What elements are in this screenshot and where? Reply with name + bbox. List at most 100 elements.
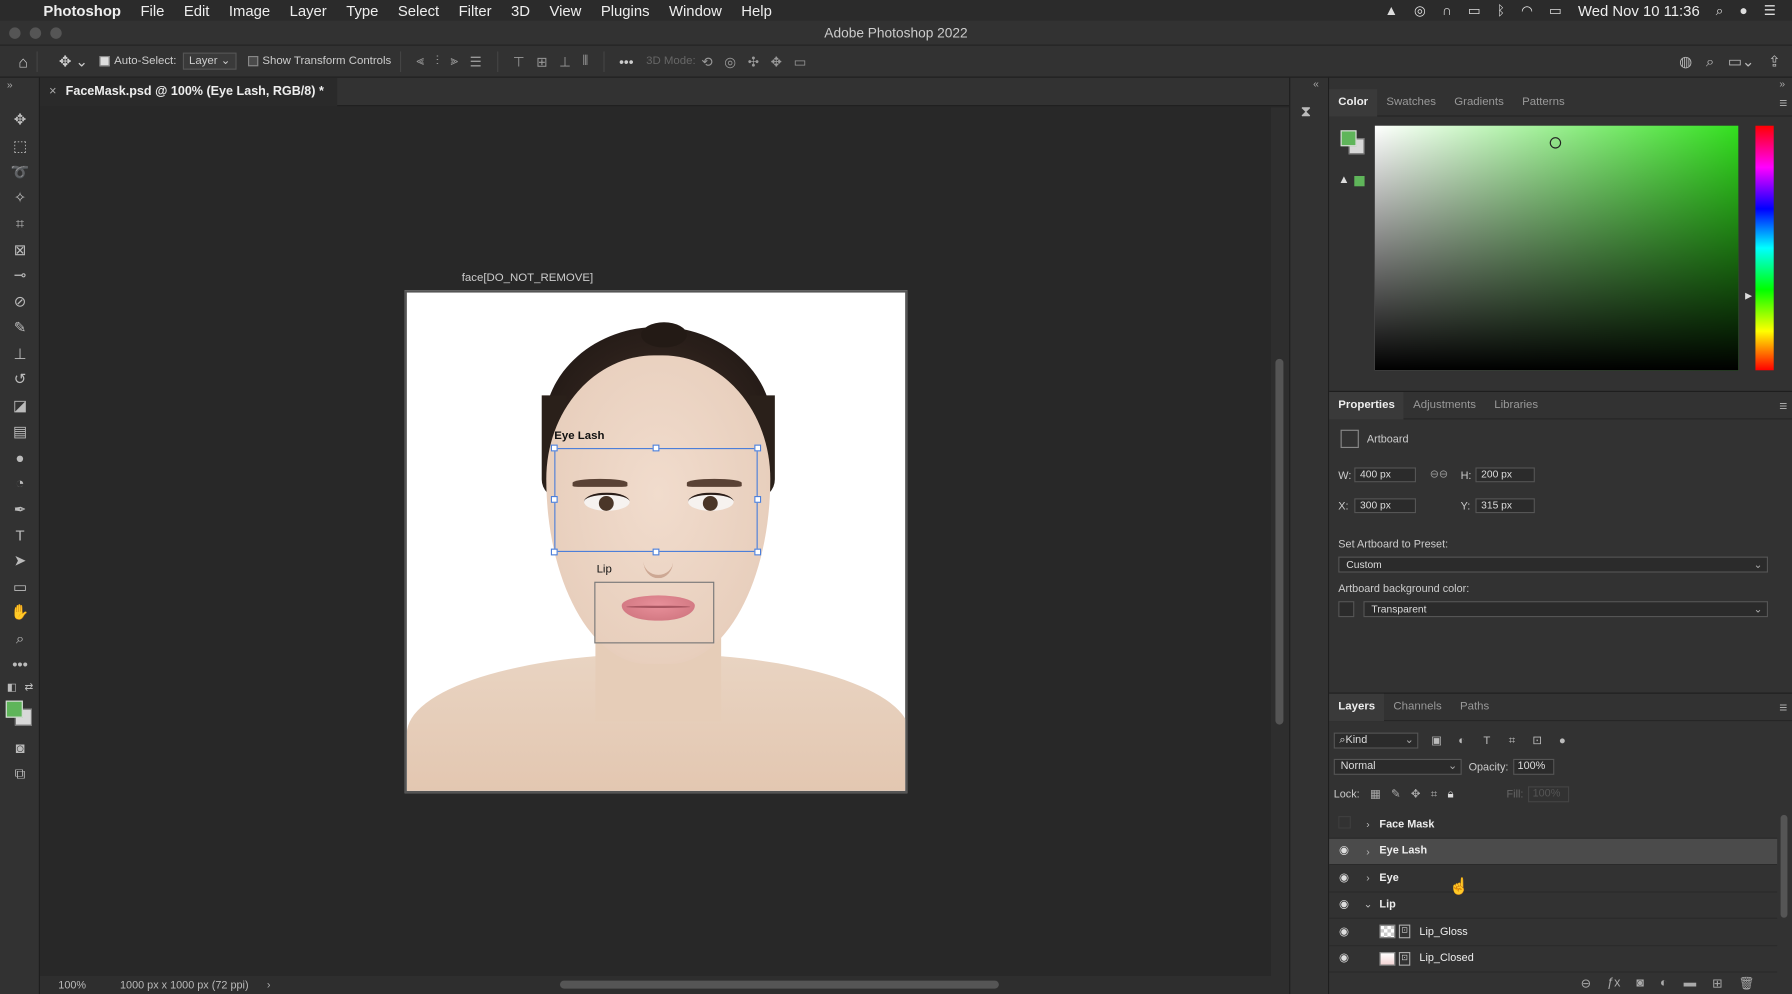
panel-menu-icon[interactable]: ≡ — [1779, 95, 1787, 111]
menu-help[interactable]: Help — [741, 2, 772, 19]
artboard-name-label[interactable]: face[DO_NOT_REMOVE] — [462, 272, 593, 285]
battery-icon[interactable]: ▭ — [1549, 2, 1562, 18]
zoom-level[interactable]: 100% — [58, 979, 120, 992]
path-selection-tool-icon[interactable]: ➤ — [0, 548, 40, 574]
transform-handle[interactable] — [754, 548, 762, 556]
marquee-tool-icon[interactable]: ⬚ — [0, 133, 40, 159]
add-mask-icon[interactable]: ◙ — [1636, 976, 1644, 991]
transform-handle[interactable] — [652, 444, 660, 452]
layer-row-face-mask[interactable]: › Face Mask — [1329, 811, 1778, 839]
lock-image-icon[interactable]: ✎ — [1391, 788, 1401, 801]
transform-handle[interactable] — [550, 548, 558, 556]
eye-icon[interactable]: ◉ — [1329, 925, 1359, 938]
edit-toolbar-icon[interactable]: ••• — [0, 652, 40, 678]
lock-all-icon[interactable]: 🔒︎ — [1448, 788, 1454, 801]
hand-tool-icon[interactable]: ✋ — [0, 600, 40, 626]
tab-channels[interactable]: Channels — [1384, 693, 1451, 720]
align-top-icon[interactable]: ⊤ — [513, 53, 525, 69]
menu-type[interactable]: Type — [346, 2, 378, 19]
chevron-right-icon[interactable]: › — [1359, 845, 1377, 856]
menu-plugins[interactable]: Plugins — [601, 2, 650, 19]
blend-mode-dropdown[interactable]: Normal ⌄ — [1333, 758, 1462, 775]
tab-paths[interactable]: Paths — [1451, 693, 1499, 720]
lip-layer-bounds[interactable] — [594, 581, 715, 644]
history-brush-tool-icon[interactable]: ↺ — [0, 367, 40, 393]
menubar-clock[interactable]: Wed Nov 10 11:36 — [1578, 2, 1700, 19]
vertical-scrollbar[interactable] — [1270, 107, 1290, 977]
document-tab[interactable]: × FaceMask.psd @ 100% (Eye Lash, RGB/8) … — [40, 77, 338, 107]
show-transform-checkbox[interactable]: Show Transform Controls — [247, 55, 391, 67]
clone-stamp-tool-icon[interactable]: ⊥ — [0, 341, 40, 367]
eye-icon[interactable]: ◉ — [1329, 899, 1359, 912]
tab-adjustments[interactable]: Adjustments — [1404, 391, 1485, 418]
tab-libraries[interactable]: Libraries — [1485, 391, 1547, 418]
bluetooth-icon[interactable]: ᛒ — [1497, 2, 1505, 18]
status-extension-icon[interactable]: ▲ — [1384, 2, 1398, 18]
new-group-icon[interactable]: ▬ — [1684, 976, 1697, 991]
color-picker-field[interactable] — [1374, 125, 1739, 371]
airplay-icon[interactable]: ▭ — [1468, 2, 1481, 18]
link-dimensions-icon[interactable]: ⊖⊖ — [1430, 469, 1448, 482]
share-user-icon[interactable]: ◍ — [1679, 52, 1692, 70]
tab-patterns[interactable]: Patterns — [1513, 89, 1574, 116]
tab-gradients[interactable]: Gradients — [1445, 89, 1513, 116]
menu-window[interactable]: Window — [669, 2, 722, 19]
foreground-color-swatch[interactable] — [1340, 130, 1357, 147]
out-of-gamut-warning-icon[interactable]: ▲ — [1338, 174, 1349, 187]
magic-wand-tool-icon[interactable]: ✧ — [0, 185, 40, 211]
status-menu-arrow[interactable]: › — [267, 979, 271, 992]
chevron-right-icon[interactable]: › — [1359, 819, 1377, 830]
menu-layer[interactable]: Layer — [290, 2, 327, 19]
screen-mode-icon[interactable]: ⧉ — [0, 761, 40, 787]
zoom-window-button[interactable] — [50, 27, 62, 39]
eraser-tool-icon[interactable]: ◪ — [0, 393, 40, 419]
expand-toolbar-icon[interactable]: » — [7, 79, 13, 90]
layer-row-lip-closed[interactable]: ◉ ⊡ Lip_Closed — [1329, 946, 1778, 973]
default-colors-icon[interactable]: ◧ ⇄ — [0, 678, 40, 696]
tab-properties[interactable]: Properties — [1329, 391, 1404, 419]
layer-row-eye-lash[interactable]: ◉ › Eye Lash — [1329, 838, 1778, 866]
layer-kind-filter[interactable]: ⌕Kind ⌄ — [1333, 732, 1419, 749]
delete-layer-icon[interactable]: 🗑︎ — [1739, 976, 1755, 991]
eye-lash-transform-box[interactable] — [550, 444, 762, 556]
y-input[interactable]: 315 px — [1475, 498, 1535, 514]
auto-select-checkbox[interactable]: Auto-Select: — [99, 55, 176, 67]
transform-handle[interactable] — [754, 444, 762, 452]
foreground-color-swatch[interactable] — [5, 700, 23, 718]
layer-row-lip[interactable]: ◉ ⌄ Lip — [1329, 892, 1778, 919]
smart-object-filter-icon[interactable]: ⊡ — [1530, 734, 1544, 747]
scroll-thumb[interactable] — [1275, 358, 1284, 725]
rectangle-tool-icon[interactable]: ▭ — [0, 574, 40, 600]
visibility-toggle[interactable] — [1329, 816, 1359, 832]
hue-slider-arrow-icon[interactable]: ▶ — [1745, 290, 1752, 300]
new-layer-icon[interactable]: ⊞ — [1712, 976, 1723, 991]
tab-layers[interactable]: Layers — [1329, 693, 1385, 721]
pixel-filter-icon[interactable]: ▣ — [1430, 734, 1444, 747]
auto-select-dropdown[interactable]: Layer ⌄ — [183, 52, 237, 70]
shape-filter-icon[interactable]: ⌗ — [1505, 734, 1519, 747]
artboard-bg-swatch[interactable] — [1338, 601, 1355, 618]
horizontal-scrollbar[interactable] — [560, 980, 999, 989]
close-window-button[interactable] — [9, 27, 21, 39]
wifi-icon[interactable]: ◠ — [1521, 2, 1533, 18]
blur-tool-icon[interactable]: ● — [0, 445, 40, 471]
layer-row-lip-gloss[interactable]: ◉ ⊡ Lip_Gloss — [1329, 919, 1778, 946]
quick-mask-icon[interactable]: ◙ — [0, 735, 40, 761]
search-icon[interactable]: ⌕ — [1706, 52, 1714, 70]
healing-brush-tool-icon[interactable]: ⊘ — [0, 289, 40, 315]
spotlight-search-icon[interactable]: ⌕ — [1716, 2, 1724, 19]
align-left-icon[interactable]: ⫷ — [416, 53, 424, 70]
pen-tool-icon[interactable]: ✒ — [0, 496, 40, 522]
menu-view[interactable]: View — [549, 2, 581, 19]
adjustment-filter-icon[interactable]: ◐ — [1455, 734, 1469, 747]
minimize-window-button[interactable] — [29, 27, 42, 39]
transform-handle[interactable] — [550, 444, 558, 452]
link-layers-icon[interactable]: ⊖ — [1581, 976, 1592, 991]
type-tool-icon[interactable]: T — [0, 522, 40, 548]
align-center-h-icon[interactable]: ⫶ — [436, 53, 439, 70]
color-swatches[interactable] — [0, 696, 39, 735]
close-tab-icon[interactable]: × — [49, 78, 56, 107]
move-tool-preset-icon[interactable]: ✥ ⌄ — [59, 52, 88, 70]
brush-tool-icon[interactable]: ✎ — [0, 315, 40, 341]
align-bottom-icon[interactable]: ⊥ — [559, 53, 571, 69]
